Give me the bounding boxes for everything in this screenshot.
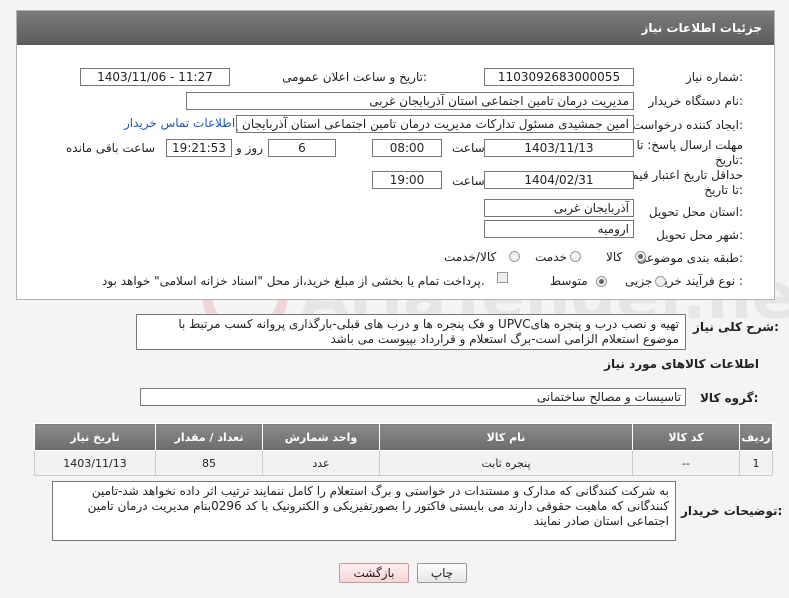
- category-label: طبقه بندی موضوعی:: [636, 251, 743, 265]
- cell-date: 1403/11/13: [34, 450, 156, 476]
- buyer-org-label: نام دستگاه خریدار:: [648, 94, 744, 108]
- need-number-field[interactable]: 1103092683000055: [484, 68, 634, 86]
- cell-unit: عدد: [262, 450, 380, 476]
- province-label: استان محل تحویل:: [648, 205, 743, 219]
- deadline-time-field[interactable]: 08:00: [372, 139, 442, 157]
- goods-group-field[interactable]: تاسیسات و مصالح ساختمانی: [140, 388, 686, 406]
- creator-label: ایجاد کننده درخواست:: [632, 118, 743, 132]
- purchase-radio-minor[interactable]: [655, 276, 666, 287]
- payment-note: پرداخت تمام یا بخشی از مبلغ خرید،از محل …: [102, 274, 485, 288]
- col-code: کد کالا: [632, 423, 740, 451]
- print-button[interactable]: چاپ: [417, 563, 467, 583]
- category-goods-label: کالا: [606, 250, 623, 264]
- deadline-time-label: ساعت: [452, 141, 485, 155]
- back-button[interactable]: بازگشت: [339, 563, 409, 583]
- col-qty: تعداد / مقدار: [155, 423, 263, 451]
- goods-group-label: گروه کالا:: [700, 391, 759, 405]
- cell-row: 1: [739, 450, 773, 476]
- col-name: نام کالا: [379, 423, 633, 451]
- announce-label: تاریخ و ساعت اعلان عمومی:: [282, 70, 427, 84]
- goods-section-title: اطلاعات کالاهای مورد نیاز: [604, 357, 759, 371]
- cell-qty: 85: [155, 450, 263, 476]
- deadline-date-field[interactable]: 1403/11/13: [484, 139, 634, 157]
- category-radio-goods[interactable]: [635, 251, 646, 262]
- cell-name: پنجره ثابت: [379, 450, 633, 476]
- col-date: تاریخ نیاز: [34, 423, 156, 451]
- remaining-time-field[interactable]: 19:21:53: [166, 139, 232, 157]
- goods-table: ردیف کد کالا نام کالا واحد شمارش تعداد /…: [34, 423, 773, 476]
- city-field[interactable]: ارومیه: [484, 220, 634, 238]
- contact-info-link[interactable]: اطلاعات تماس خریدار: [124, 116, 235, 130]
- validity-date-field[interactable]: 1404/02/31: [484, 171, 634, 189]
- category-radio-service[interactable]: [570, 251, 581, 262]
- purchase-minor-label: جزیی: [625, 274, 653, 288]
- purchase-medium-label: متوسط: [550, 274, 588, 288]
- city-label: شهر محل تحویل:: [656, 228, 743, 242]
- purchase-type-label: نوع فرآیند خرید :: [658, 274, 743, 288]
- col-unit: واحد شمارش: [262, 423, 380, 451]
- category-service-label: خدمت: [535, 250, 567, 264]
- buyer-notes-label: توضیحات خریدار:: [681, 504, 783, 518]
- treasury-checkbox[interactable]: [497, 272, 508, 283]
- col-row: ردیف: [739, 423, 773, 451]
- category-both-label: کالا/خدمت: [444, 250, 497, 264]
- days-field[interactable]: 6: [268, 139, 336, 157]
- validity-time-label: ساعت: [452, 174, 485, 188]
- province-field[interactable]: آذربایجان غربی: [484, 199, 634, 217]
- panel-title: جزئیات اطلاعات نیاز: [17, 11, 774, 45]
- creator-field[interactable]: امین جمشیدی مسئول تدارکات مدیریت درمان ت…: [236, 115, 634, 133]
- purchase-radio-medium[interactable]: [596, 276, 607, 287]
- category-radio-both[interactable]: [509, 251, 520, 262]
- validity-time-field[interactable]: 19:00: [372, 171, 442, 189]
- cell-code: --: [632, 450, 740, 476]
- goods-table-header: ردیف کد کالا نام کالا واحد شمارش تعداد /…: [34, 423, 773, 451]
- table-row[interactable]: 1 -- پنجره ثابت عدد 85 1403/11/13: [34, 450, 773, 476]
- announce-field[interactable]: 1403/11/06 - 11:27: [80, 68, 230, 86]
- description-textarea[interactable]: تهیه و نصب درب و پنجره هایUPVC و فک پنجر…: [136, 314, 686, 350]
- buyer-org-field[interactable]: مدیریت درمان تامین اجتماعی استان آذربایج…: [186, 92, 634, 110]
- days-label: روز و: [236, 141, 263, 155]
- buyer-notes-textarea[interactable]: به شرکت کنندگانی که مدارک و مستندات در خ…: [52, 481, 676, 541]
- remaining-label: ساعت باقی مانده: [66, 141, 156, 155]
- deadline-label: مهلت ارسال پاسخ: تا تاریخ:: [636, 138, 743, 167]
- description-label: شرح کلی نیاز:: [693, 320, 779, 334]
- need-number-label: شماره نیاز:: [685, 70, 743, 84]
